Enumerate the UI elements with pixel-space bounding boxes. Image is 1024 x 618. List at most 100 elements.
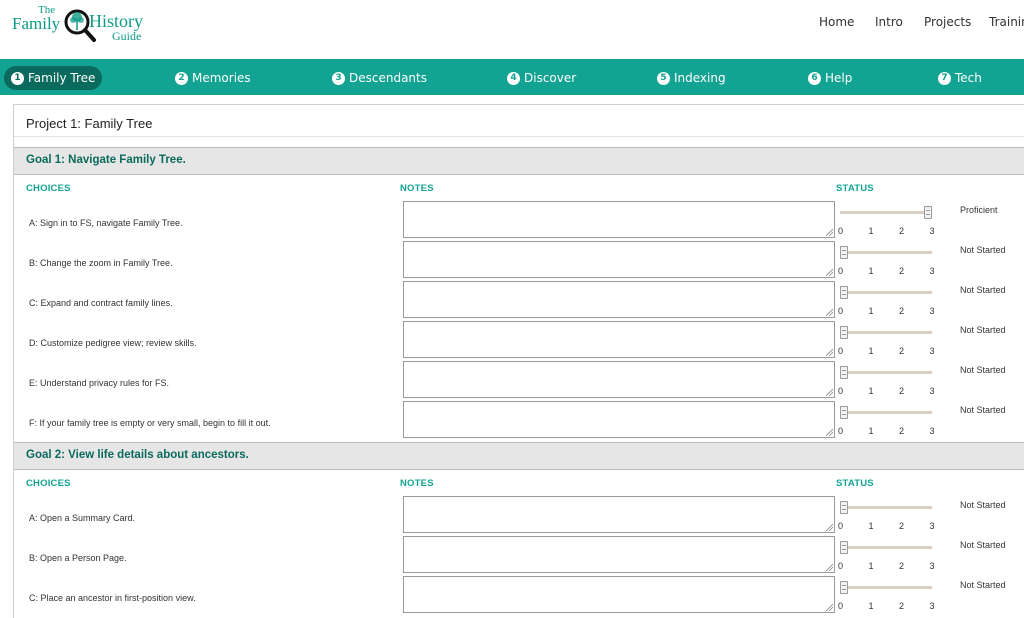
top-nav-intro[interactable]: Intro (875, 15, 903, 29)
status-value: Not Started (960, 405, 1006, 415)
resize-grip-icon[interactable] (826, 269, 833, 276)
status-value: Not Started (960, 325, 1006, 335)
tab-number-badge: 1 (11, 71, 24, 85)
tab-number-badge: 6 (808, 71, 821, 85)
resize-grip-icon[interactable] (826, 429, 833, 436)
tab-tech[interactable]: 7 Tech (931, 66, 989, 90)
status-slider-track[interactable] (840, 211, 932, 214)
notes-textarea[interactable] (403, 576, 835, 613)
grip-lines-icon (842, 330, 846, 335)
status-value: Not Started (960, 285, 1006, 295)
notes-textarea[interactable] (403, 401, 835, 438)
choice-label: D: Customize pedigree view; review skill… (29, 338, 197, 348)
tab-help[interactable]: 6 Help (801, 66, 859, 90)
resize-grip-icon[interactable] (826, 604, 833, 611)
status-slider-track[interactable] (840, 251, 932, 254)
tab-label: Descendants (349, 71, 427, 85)
resize-grip-icon[interactable] (826, 564, 833, 571)
choice-label: F: If your family tree is empty or very … (29, 418, 271, 428)
choice-label: C: Expand and contract family lines. (29, 298, 173, 308)
status-slider-handle[interactable] (840, 581, 848, 594)
status-tick-label: 0 (838, 601, 844, 611)
status-slider-track[interactable] (840, 506, 932, 509)
status-slider-handle[interactable] (840, 366, 848, 379)
choice-label: C: Place an ancestor in first-position v… (29, 593, 196, 603)
status-value: Not Started (960, 580, 1006, 590)
status-tick-label: 2 (899, 266, 905, 276)
status-slider-handle[interactable] (840, 246, 848, 259)
status-tick-label: 1 (868, 521, 874, 531)
status-tick-label: 3 (929, 521, 935, 531)
status-slider-track[interactable] (840, 371, 932, 374)
tab-label: Indexing (674, 71, 726, 85)
tab-discover[interactable]: 4 Discover (500, 66, 583, 90)
notes-textarea[interactable] (403, 281, 835, 318)
notes-textarea[interactable] (403, 321, 835, 358)
tab-label: Tech (955, 71, 982, 85)
top-nav-projects[interactable]: Projects (924, 15, 971, 29)
grip-lines-icon (842, 545, 846, 550)
tab-number-badge: 4 (507, 71, 520, 85)
grip-lines-icon (842, 250, 846, 255)
status-tick-label: 3 (929, 306, 935, 316)
status-slider-handle[interactable] (924, 206, 932, 219)
tab-family-tree[interactable]: 1 Family Tree (4, 66, 103, 90)
tab-number-badge: 3 (332, 71, 345, 85)
status-tick-label: 1 (868, 601, 874, 611)
notes-textarea[interactable] (403, 201, 835, 238)
choice-label: B: Change the zoom in Family Tree. (29, 258, 173, 268)
column-header-choices: CHOICES (26, 183, 71, 194)
status-slider-handle[interactable] (840, 286, 848, 299)
status-slider-handle[interactable] (840, 501, 848, 514)
goal-header: Goal 2: View life details about ancestor… (14, 442, 1024, 470)
status-tick-label: 2 (899, 426, 905, 436)
status-slider-track[interactable] (840, 546, 932, 549)
status-value: Not Started (960, 540, 1006, 550)
status-tick-label: 1 (868, 306, 874, 316)
top-nav-training[interactable]: Trainin (989, 15, 1024, 29)
status-tick-label: 2 (899, 306, 905, 316)
status-slider-track[interactable] (840, 331, 932, 334)
resize-grip-icon[interactable] (826, 229, 833, 236)
notes-textarea[interactable] (403, 241, 835, 278)
column-header-choices: CHOICES (26, 478, 71, 489)
notes-textarea[interactable] (403, 361, 835, 398)
status-tick-label: 2 (899, 346, 905, 356)
status-tick-label: 1 (868, 426, 874, 436)
status-tick-label: 1 (868, 386, 874, 396)
notes-textarea[interactable] (403, 536, 835, 573)
notes-textarea[interactable] (403, 496, 835, 533)
tab-memories[interactable]: 2 Memories (168, 66, 258, 90)
status-tick-label: 3 (929, 601, 935, 611)
tab-label: Help (825, 71, 853, 85)
status-tick-label: 0 (838, 306, 844, 316)
status-tick-label: 0 (838, 386, 844, 396)
resize-grip-icon[interactable] (826, 349, 833, 356)
tab-descendants[interactable]: 3 Descendants (325, 66, 434, 90)
status-slider-handle[interactable] (840, 541, 848, 554)
family-history-guide-logo[interactable]: The Family History Guide (12, 3, 147, 53)
resize-grip-icon[interactable] (826, 309, 833, 316)
column-header-notes: NOTES (400, 478, 434, 489)
status-tick-label: 0 (838, 521, 844, 531)
project-panel: Project 1: Family Tree Goal 1: Navigate … (13, 104, 1024, 618)
grip-lines-icon (842, 505, 846, 510)
status-slider-track[interactable] (840, 291, 932, 294)
grip-lines-icon (842, 585, 846, 590)
status-slider-track[interactable] (840, 411, 932, 414)
tab-number-badge: 5 (657, 71, 670, 85)
status-tick-label: 2 (899, 226, 905, 236)
site-header: The Family History Guide Home Intro Proj… (0, 0, 1024, 59)
status-slider-handle[interactable] (840, 326, 848, 339)
column-header-notes: NOTES (400, 183, 434, 194)
top-nav-home[interactable]: Home (819, 15, 854, 29)
status-slider-track[interactable] (840, 586, 932, 589)
resize-grip-icon[interactable] (826, 524, 833, 531)
tab-indexing[interactable]: 5 Indexing (650, 66, 733, 90)
page-title: Project 1: Family Tree (26, 116, 153, 131)
resize-grip-icon[interactable] (826, 389, 833, 396)
status-tick-label: 3 (929, 386, 935, 396)
status-tick-label: 0 (838, 426, 844, 436)
status-slider-handle[interactable] (840, 406, 848, 419)
status-tick-label: 3 (929, 561, 935, 571)
